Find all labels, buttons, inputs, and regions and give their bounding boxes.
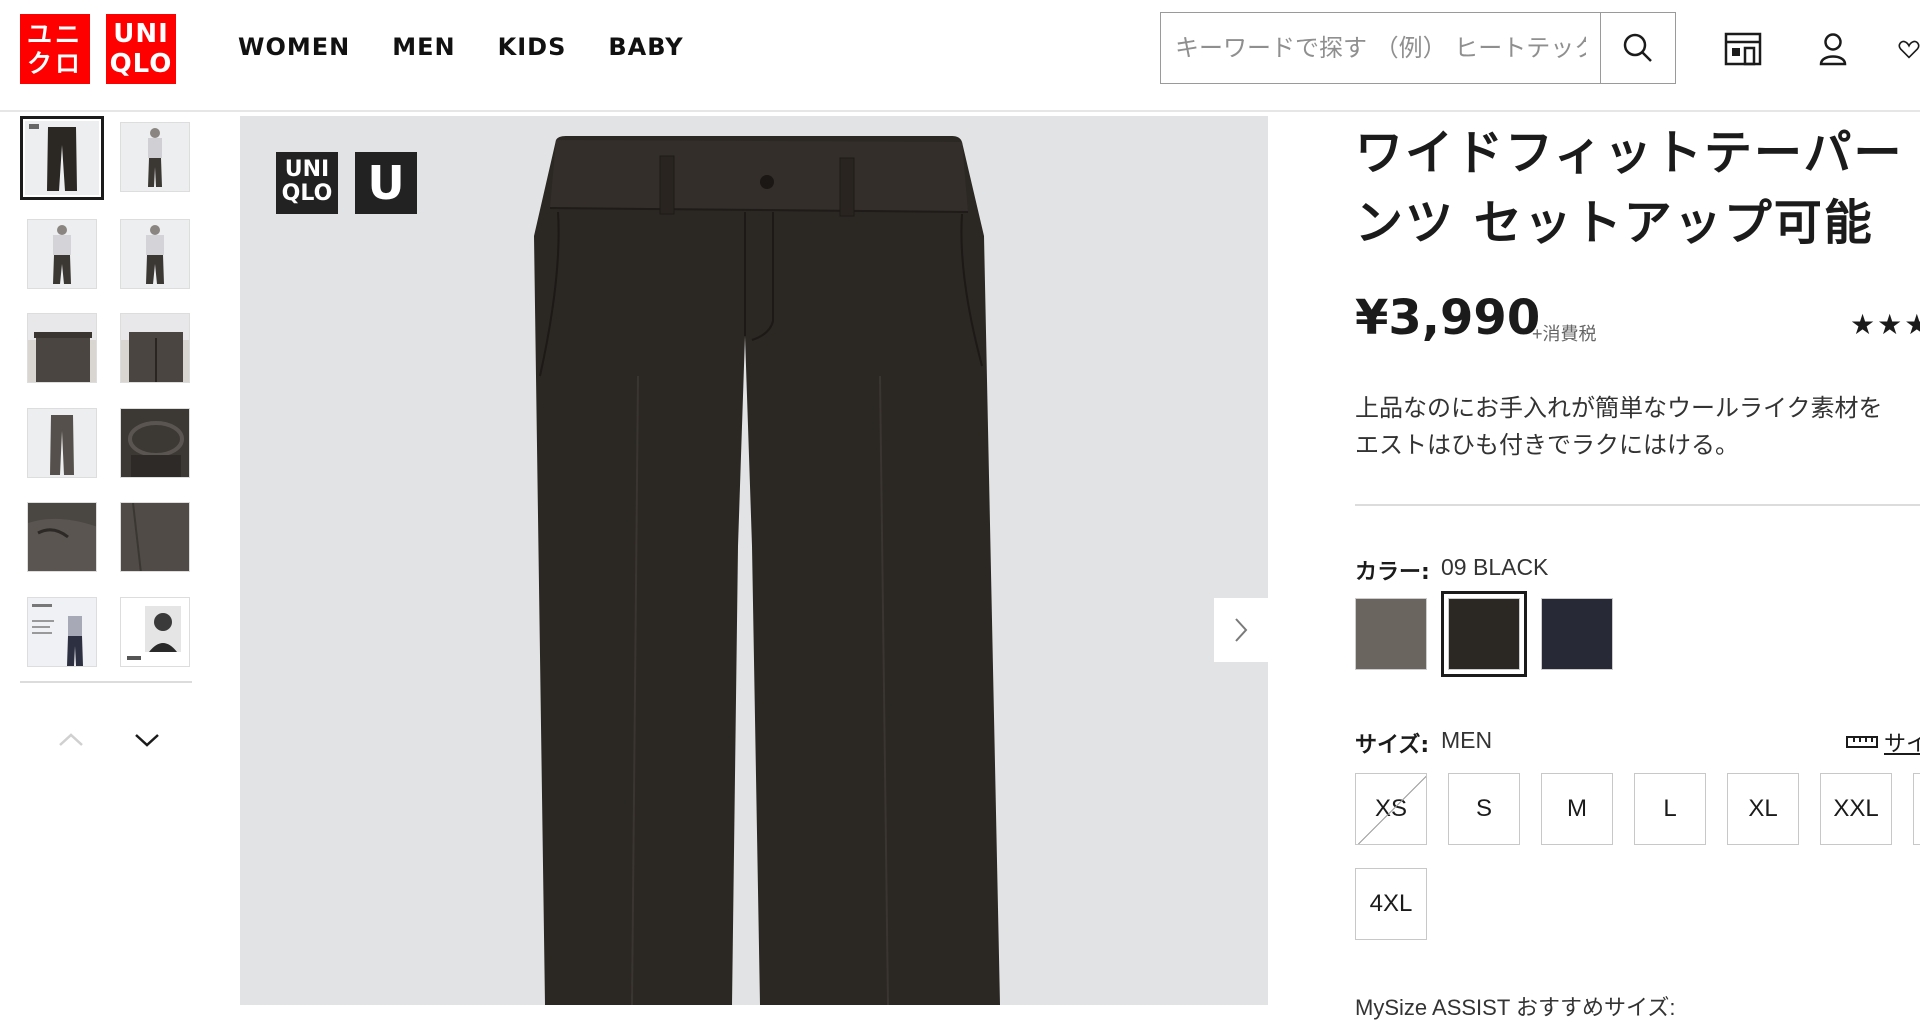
size-option-l[interactable]: L (1634, 773, 1706, 845)
thumbnail-down-button[interactable] (132, 728, 162, 752)
chevron-up-icon (59, 733, 83, 746)
size-label: サイズ: (1355, 733, 1430, 758)
thumbnail-up-button[interactable] (56, 728, 86, 752)
thumbnail-12[interactable] (120, 597, 190, 667)
size-option-s[interactable]: S (1448, 773, 1520, 845)
search-input[interactable] (1161, 13, 1600, 83)
thumbnail-1[interactable] (20, 116, 104, 200)
uniqlo-logo[interactable]: UNI QLO (106, 14, 176, 84)
size-option-xs[interactable]: XS (1355, 773, 1427, 845)
next-image-button[interactable] (1214, 598, 1268, 662)
size-group: MEN (1441, 727, 1493, 753)
thumbnail-2[interactable] (120, 122, 190, 192)
size-option-partial[interactable] (1913, 773, 1920, 845)
main-nav: WOMEN MEN KIDS BABY (238, 33, 684, 61)
color-swatch-navy[interactable] (1541, 598, 1613, 670)
color-label: カラー: (1355, 560, 1430, 585)
thumbnail-3[interactable] (27, 219, 97, 289)
size-option-label: M (1567, 795, 1587, 822)
chevron-down-icon (135, 734, 159, 747)
thumbnail-11[interactable] (27, 597, 97, 667)
rating-stars[interactable]: ★★★ (1850, 308, 1920, 341)
size-option-xxl[interactable]: XXL (1820, 773, 1892, 845)
thumbnail-8[interactable] (120, 408, 190, 478)
thumbnail-5[interactable] (27, 313, 97, 383)
size-option-label: XXL (1833, 795, 1879, 822)
color-swatch-gray[interactable] (1355, 598, 1427, 670)
thumbnail-9[interactable] (27, 502, 97, 572)
size-option-label: XS (1374, 795, 1407, 822)
chevron-right-icon (1235, 618, 1248, 642)
store-icon[interactable] (1724, 30, 1762, 68)
size-option-label: L (1663, 795, 1677, 822)
thumbnail-divider (20, 681, 192, 683)
mysize-assist[interactable]: MySize ASSIST おすすめサイズ: (1355, 990, 1675, 1022)
thumbnail-6[interactable] (120, 313, 190, 383)
nav-kids[interactable]: KIDS (498, 33, 567, 61)
thumbnail-4[interactable] (120, 219, 190, 289)
size-option-label: S (1475, 795, 1492, 822)
size-option-4xl[interactable]: 4XL (1355, 868, 1427, 940)
product-price: ¥3,990 (1355, 290, 1541, 346)
search-button[interactable] (1600, 13, 1675, 83)
ruler-icon (1846, 736, 1878, 748)
size-option-label: 4XL (1369, 890, 1413, 917)
main-product-image[interactable]: UNI QLO U (240, 116, 1268, 1005)
search-icon (1623, 33, 1652, 62)
thumbnail-10[interactable] (120, 502, 190, 572)
size-option-m[interactable]: M (1541, 773, 1613, 845)
uniqlo-logo-kana[interactable]: ユニ クロ (20, 14, 90, 84)
tax-note: +消費税 (1532, 324, 1597, 344)
search-box (1160, 12, 1676, 84)
product-description: 上品なのにお手入れが簡単なウールライク素材を エストはひも付きでラクにはける。 (1355, 390, 1920, 464)
product-title: ワイドフィットテーパー ンツ セットアップ可能 (1355, 125, 1904, 251)
nav-baby[interactable]: BABY (608, 33, 683, 61)
color-swatch-black[interactable] (1441, 591, 1527, 677)
size-guide-link[interactable]: サイズ (1846, 726, 1920, 758)
nav-men[interactable]: MEN (392, 33, 455, 61)
favorite-icon[interactable] (1898, 30, 1920, 68)
pants-image (534, 136, 1000, 1005)
size-option-xl[interactable]: XL (1727, 773, 1799, 845)
nav-women[interactable]: WOMEN (238, 33, 350, 61)
thumbnail-7[interactable] (27, 408, 97, 478)
size-guide-label: サイズ (1884, 731, 1920, 756)
site-header: ユニ クロ UNI QLO WOMEN MEN KIDS BABY (0, 0, 1920, 112)
divider (1355, 504, 1920, 506)
size-option-label: XL (1748, 795, 1778, 822)
description-line-1: 上品なのにお手入れが簡単なウールライク素材を (1355, 395, 1883, 422)
description-line-2: エストはひも付きでラクにはける。 (1355, 432, 1739, 459)
color-value: 09 BLACK (1441, 554, 1549, 580)
account-icon[interactable] (1814, 30, 1852, 68)
